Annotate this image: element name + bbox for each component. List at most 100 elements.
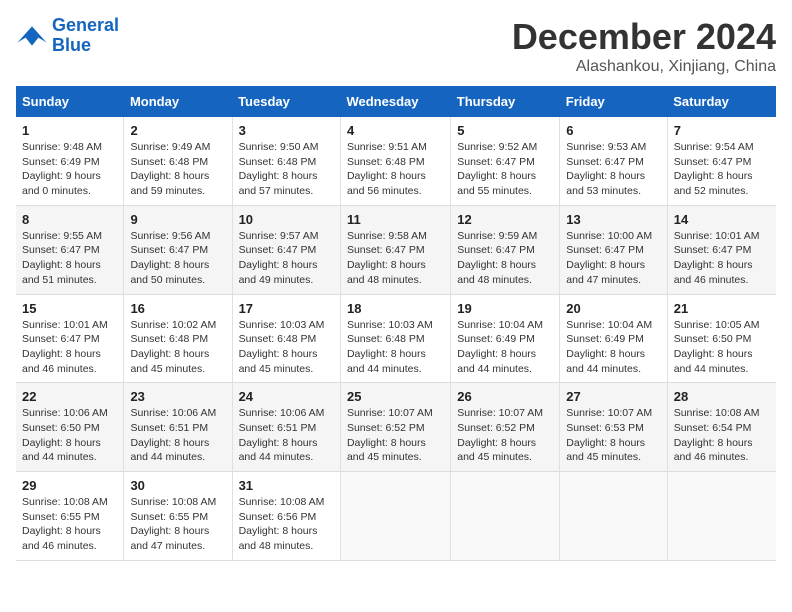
day-info: Sunrise: 10:06 AM Sunset: 6:50 PM Daylig… bbox=[22, 406, 117, 465]
day-info: Sunrise: 9:58 AM Sunset: 6:47 PM Dayligh… bbox=[347, 229, 444, 288]
calendar-cell: 13 Sunrise: 10:00 AM Sunset: 6:47 PM Day… bbox=[560, 205, 667, 294]
col-tuesday: Tuesday bbox=[232, 86, 340, 117]
calendar-cell bbox=[560, 472, 667, 561]
day-info: Sunrise: 9:56 AM Sunset: 6:47 PM Dayligh… bbox=[130, 229, 225, 288]
day-number: 24 bbox=[239, 389, 334, 404]
day-info: Sunrise: 9:49 AM Sunset: 6:48 PM Dayligh… bbox=[130, 140, 225, 199]
logo-icon bbox=[16, 20, 48, 52]
day-number: 16 bbox=[130, 301, 225, 316]
day-info: Sunrise: 9:48 AM Sunset: 6:49 PM Dayligh… bbox=[22, 140, 117, 199]
calendar-cell: 8 Sunrise: 9:55 AM Sunset: 6:47 PM Dayli… bbox=[16, 205, 124, 294]
day-number: 2 bbox=[130, 123, 225, 138]
calendar-cell: 24 Sunrise: 10:06 AM Sunset: 6:51 PM Day… bbox=[232, 383, 340, 472]
day-info: Sunrise: 10:07 AM Sunset: 6:52 PM Daylig… bbox=[347, 406, 444, 465]
day-info: Sunrise: 10:08 AM Sunset: 6:56 PM Daylig… bbox=[239, 495, 334, 554]
day-number: 12 bbox=[457, 212, 553, 227]
day-number: 1 bbox=[22, 123, 117, 138]
logo-line1: General bbox=[52, 15, 119, 35]
day-number: 15 bbox=[22, 301, 117, 316]
calendar-cell: 16 Sunrise: 10:02 AM Sunset: 6:48 PM Day… bbox=[124, 294, 232, 383]
day-info: Sunrise: 10:08 AM Sunset: 6:55 PM Daylig… bbox=[22, 495, 117, 554]
calendar-cell: 21 Sunrise: 10:05 AM Sunset: 6:50 PM Day… bbox=[667, 294, 776, 383]
day-info: Sunrise: 10:04 AM Sunset: 6:49 PM Daylig… bbox=[457, 318, 553, 377]
col-sunday: Sunday bbox=[16, 86, 124, 117]
day-info: Sunrise: 9:52 AM Sunset: 6:47 PM Dayligh… bbox=[457, 140, 553, 199]
day-number: 9 bbox=[130, 212, 225, 227]
calendar-week-5: 29 Sunrise: 10:08 AM Sunset: 6:55 PM Day… bbox=[16, 472, 776, 561]
calendar-cell bbox=[340, 472, 450, 561]
day-number: 30 bbox=[130, 478, 225, 493]
calendar-cell: 11 Sunrise: 9:58 AM Sunset: 6:47 PM Dayl… bbox=[340, 205, 450, 294]
location: Alashankou, Xinjiang, China bbox=[512, 58, 776, 76]
col-friday: Friday bbox=[560, 86, 667, 117]
calendar-cell bbox=[451, 472, 560, 561]
day-number: 10 bbox=[239, 212, 334, 227]
calendar-cell: 7 Sunrise: 9:54 AM Sunset: 6:47 PM Dayli… bbox=[667, 117, 776, 205]
day-number: 26 bbox=[457, 389, 553, 404]
day-number: 18 bbox=[347, 301, 444, 316]
day-info: Sunrise: 10:08 AM Sunset: 6:54 PM Daylig… bbox=[674, 406, 770, 465]
day-number: 8 bbox=[22, 212, 117, 227]
calendar-cell: 26 Sunrise: 10:07 AM Sunset: 6:52 PM Day… bbox=[451, 383, 560, 472]
day-number: 7 bbox=[674, 123, 770, 138]
day-number: 28 bbox=[674, 389, 770, 404]
calendar-cell: 10 Sunrise: 9:57 AM Sunset: 6:47 PM Dayl… bbox=[232, 205, 340, 294]
day-number: 13 bbox=[566, 212, 660, 227]
calendar-table: Sunday Monday Tuesday Wednesday Thursday… bbox=[16, 86, 776, 561]
day-info: Sunrise: 10:07 AM Sunset: 6:53 PM Daylig… bbox=[566, 406, 660, 465]
day-info: Sunrise: 9:55 AM Sunset: 6:47 PM Dayligh… bbox=[22, 229, 117, 288]
calendar-cell: 23 Sunrise: 10:06 AM Sunset: 6:51 PM Day… bbox=[124, 383, 232, 472]
title-block: December 2024 Alashankou, Xinjiang, Chin… bbox=[512, 16, 776, 76]
day-info: Sunrise: 9:54 AM Sunset: 6:47 PM Dayligh… bbox=[674, 140, 770, 199]
calendar-week-4: 22 Sunrise: 10:06 AM Sunset: 6:50 PM Day… bbox=[16, 383, 776, 472]
calendar-cell: 28 Sunrise: 10:08 AM Sunset: 6:54 PM Day… bbox=[667, 383, 776, 472]
calendar-cell: 31 Sunrise: 10:08 AM Sunset: 6:56 PM Day… bbox=[232, 472, 340, 561]
calendar-cell: 22 Sunrise: 10:06 AM Sunset: 6:50 PM Day… bbox=[16, 383, 124, 472]
day-number: 3 bbox=[239, 123, 334, 138]
day-number: 23 bbox=[130, 389, 225, 404]
day-number: 22 bbox=[22, 389, 117, 404]
day-info: Sunrise: 10:06 AM Sunset: 6:51 PM Daylig… bbox=[239, 406, 334, 465]
calendar-cell: 4 Sunrise: 9:51 AM Sunset: 6:48 PM Dayli… bbox=[340, 117, 450, 205]
calendar-cell: 12 Sunrise: 9:59 AM Sunset: 6:47 PM Dayl… bbox=[451, 205, 560, 294]
day-info: Sunrise: 10:07 AM Sunset: 6:52 PM Daylig… bbox=[457, 406, 553, 465]
calendar-cell: 9 Sunrise: 9:56 AM Sunset: 6:47 PM Dayli… bbox=[124, 205, 232, 294]
day-info: Sunrise: 9:59 AM Sunset: 6:47 PM Dayligh… bbox=[457, 229, 553, 288]
day-number: 21 bbox=[674, 301, 770, 316]
calendar-cell: 30 Sunrise: 10:08 AM Sunset: 6:55 PM Day… bbox=[124, 472, 232, 561]
day-number: 27 bbox=[566, 389, 660, 404]
col-monday: Monday bbox=[124, 86, 232, 117]
calendar-cell: 19 Sunrise: 10:04 AM Sunset: 6:49 PM Day… bbox=[451, 294, 560, 383]
calendar-week-2: 8 Sunrise: 9:55 AM Sunset: 6:47 PM Dayli… bbox=[16, 205, 776, 294]
calendar-header-row: Sunday Monday Tuesday Wednesday Thursday… bbox=[16, 86, 776, 117]
month-year: December 2024 bbox=[512, 16, 776, 58]
calendar-cell: 17 Sunrise: 10:03 AM Sunset: 6:48 PM Day… bbox=[232, 294, 340, 383]
calendar-cell: 27 Sunrise: 10:07 AM Sunset: 6:53 PM Day… bbox=[560, 383, 667, 472]
calendar-cell: 15 Sunrise: 10:01 AM Sunset: 6:47 PM Day… bbox=[16, 294, 124, 383]
day-number: 4 bbox=[347, 123, 444, 138]
day-info: Sunrise: 10:01 AM Sunset: 6:47 PM Daylig… bbox=[674, 229, 770, 288]
day-number: 5 bbox=[457, 123, 553, 138]
page-header: General Blue December 2024 Alashankou, X… bbox=[16, 16, 776, 76]
day-number: 25 bbox=[347, 389, 444, 404]
day-number: 29 bbox=[22, 478, 117, 493]
logo-text: General Blue bbox=[52, 16, 119, 56]
day-number: 31 bbox=[239, 478, 334, 493]
col-thursday: Thursday bbox=[451, 86, 560, 117]
calendar-cell: 1 Sunrise: 9:48 AM Sunset: 6:49 PM Dayli… bbox=[16, 117, 124, 205]
calendar-week-3: 15 Sunrise: 10:01 AM Sunset: 6:47 PM Day… bbox=[16, 294, 776, 383]
day-number: 19 bbox=[457, 301, 553, 316]
calendar-cell: 29 Sunrise: 10:08 AM Sunset: 6:55 PM Day… bbox=[16, 472, 124, 561]
day-info: Sunrise: 10:03 AM Sunset: 6:48 PM Daylig… bbox=[239, 318, 334, 377]
calendar-cell: 25 Sunrise: 10:07 AM Sunset: 6:52 PM Day… bbox=[340, 383, 450, 472]
calendar-cell: 3 Sunrise: 9:50 AM Sunset: 6:48 PM Dayli… bbox=[232, 117, 340, 205]
calendar-cell: 5 Sunrise: 9:52 AM Sunset: 6:47 PM Dayli… bbox=[451, 117, 560, 205]
col-wednesday: Wednesday bbox=[340, 86, 450, 117]
day-number: 20 bbox=[566, 301, 660, 316]
calendar-cell: 6 Sunrise: 9:53 AM Sunset: 6:47 PM Dayli… bbox=[560, 117, 667, 205]
day-info: Sunrise: 10:05 AM Sunset: 6:50 PM Daylig… bbox=[674, 318, 770, 377]
calendar-cell: 14 Sunrise: 10:01 AM Sunset: 6:47 PM Day… bbox=[667, 205, 776, 294]
day-info: Sunrise: 9:53 AM Sunset: 6:47 PM Dayligh… bbox=[566, 140, 660, 199]
day-info: Sunrise: 10:08 AM Sunset: 6:55 PM Daylig… bbox=[130, 495, 225, 554]
day-info: Sunrise: 10:06 AM Sunset: 6:51 PM Daylig… bbox=[130, 406, 225, 465]
